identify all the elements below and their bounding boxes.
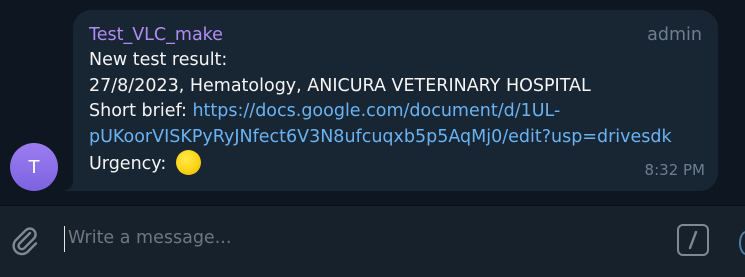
chat-history: T Test_VLC_make admin New test result: 2… — [0, 0, 745, 205]
message-input[interactable]: Write a message... — [68, 228, 231, 248]
message-urgency-line: Urgency: — [89, 150, 702, 178]
brief-label: Short brief: — [89, 101, 193, 121]
admin-badge: admin — [647, 25, 702, 45]
composer-bar: Write a message... — [0, 205, 745, 277]
message-line-2: 27/8/2023, Hematology, ANICURA VETERINAR… — [89, 75, 591, 96]
message-time: 8:32 PM — [644, 160, 705, 179]
slash-icon — [688, 230, 698, 250]
message-bubble[interactable]: Test_VLC_make admin New test result: 27/… — [73, 10, 718, 191]
avatar[interactable]: T — [10, 143, 58, 191]
bot-commands-icon[interactable] — [677, 224, 709, 256]
message-brief-line: Short brief: https://docs.google.com/doc… — [89, 99, 702, 125]
message-line-1: New test result: — [89, 50, 228, 70]
urgency-label: Urgency: — [89, 154, 172, 174]
paperclip-icon[interactable] — [8, 224, 42, 258]
avatar-letter: T — [28, 156, 40, 178]
text-caret — [64, 226, 65, 252]
emoji-icon[interactable] — [739, 231, 745, 255]
yellow-circle-icon — [175, 150, 201, 175]
document-link[interactable]: https://docs.google.com/document/d/1UL- — [192, 101, 560, 121]
message-link-line: pUKoorVISKPyRyJNfect6V3N8ufcuqxb5p5AqMj0… — [89, 125, 702, 151]
document-link-continued[interactable]: pUKoorVISKPyRyJNfect6V3N8ufcuqxb5p5AqMj0… — [89, 127, 672, 147]
sender-name[interactable]: Test_VLC_make — [89, 22, 702, 48]
